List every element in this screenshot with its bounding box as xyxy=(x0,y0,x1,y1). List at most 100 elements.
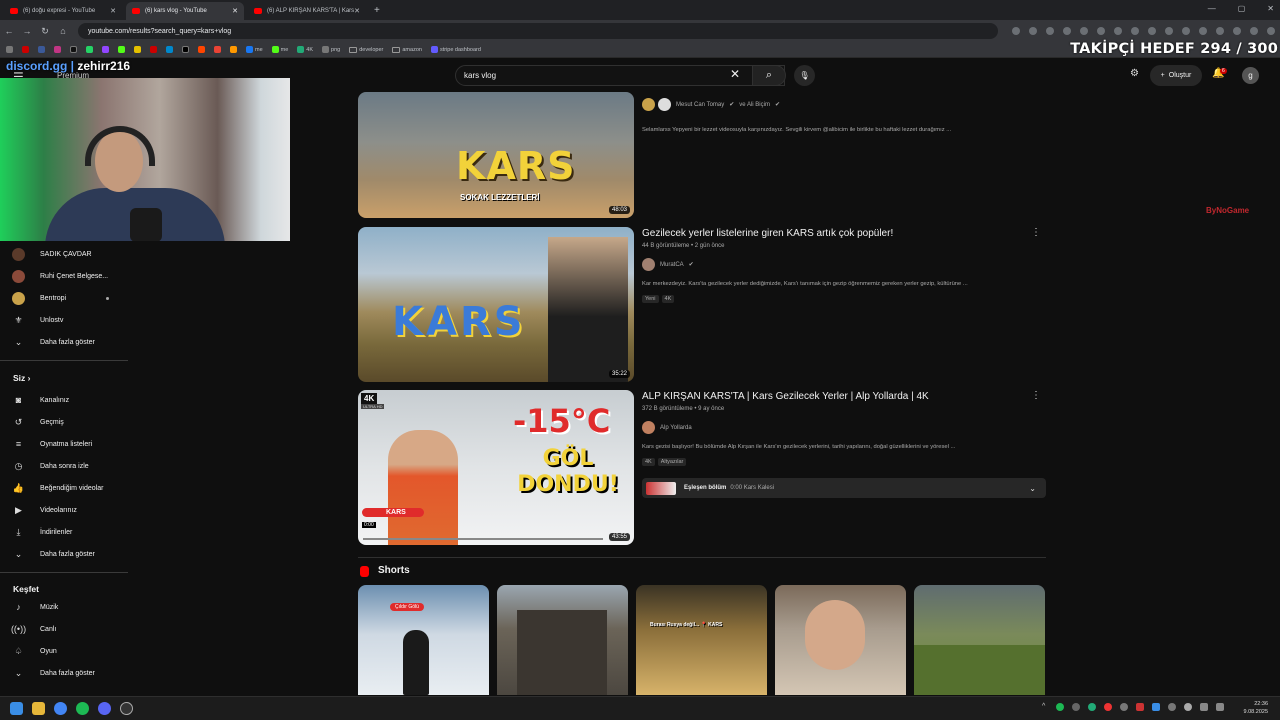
network-icon[interactable] xyxy=(1200,703,1208,711)
extension-icon[interactable] xyxy=(1250,27,1258,35)
tray-icon[interactable] xyxy=(1136,703,1144,711)
sidebar-item-gaming[interactable]: ♤ Oyun xyxy=(0,640,128,662)
new-tab-button[interactable]: + xyxy=(374,5,380,16)
extension-icon[interactable] xyxy=(1063,27,1071,35)
sidebar-section-you[interactable]: Siz › xyxy=(13,373,31,383)
extension-icon[interactable] xyxy=(1216,27,1224,35)
matching-chapter-row[interactable]: Eşleşen bölüm 0:00 Kars Kalesi ⌄ xyxy=(642,478,1046,498)
sidebar-you-more[interactable]: ⌄ Daha fazla göster xyxy=(0,543,128,565)
sidebar-subs-more[interactable]: ⌄ Daha fazla göster xyxy=(0,331,128,353)
extension-icon[interactable] xyxy=(1199,27,1207,35)
bookmark-stripe-dashboard[interactable]: stripe dashboard xyxy=(430,46,481,53)
extension-icon[interactable] xyxy=(1148,27,1156,35)
home-icon[interactable]: ⌂ xyxy=(54,26,72,36)
extension-icon[interactable] xyxy=(1165,27,1173,35)
tray-icon[interactable] xyxy=(1152,703,1160,711)
maximize-icon[interactable]: ▢ xyxy=(1238,4,1246,13)
extension-icon[interactable] xyxy=(1080,27,1088,35)
more-options-icon[interactable]: ⋮ xyxy=(1031,390,1041,401)
bookmark-icon[interactable] xyxy=(54,46,61,53)
bookmark-me-2[interactable]: me xyxy=(271,46,288,53)
bookmark-icon[interactable] xyxy=(166,46,173,53)
close-window-icon[interactable]: ✕ xyxy=(1267,4,1274,13)
extension-icon[interactable] xyxy=(1267,27,1275,35)
obs-icon[interactable] xyxy=(120,702,133,715)
bookmark-png[interactable]: png xyxy=(322,46,340,53)
close-tab-icon[interactable]: ✕ xyxy=(110,7,116,15)
clear-search-icon[interactable]: ✕ xyxy=(730,67,740,81)
video-thumbnail[interactable]: KARS 35:22 xyxy=(358,227,634,382)
bookmark-folder-amazon[interactable]: amazon xyxy=(392,46,422,53)
close-tab-icon[interactable]: ✕ xyxy=(232,7,238,15)
browser-tab-3[interactable]: (6) ALP KIRŞAN KARS'TA | Kars ✕ xyxy=(248,2,366,20)
tray-icon[interactable] xyxy=(1184,703,1192,711)
extension-icon[interactable] xyxy=(1029,27,1037,35)
bookmark-folder-developer[interactable]: developer xyxy=(349,46,383,53)
video-title[interactable]: ALP KIRŞAN KARS'TA | Kars Gezilecek Yerl… xyxy=(642,391,929,402)
sidebar-sub-sadik-cavdar[interactable]: SADIK ÇAVDAR xyxy=(0,243,128,265)
tray-icon[interactable] xyxy=(1168,703,1176,711)
start-menu-icon[interactable] xyxy=(10,702,23,715)
create-button[interactable]: + Oluştur xyxy=(1150,65,1202,86)
browser-tab-1[interactable]: (6) doğu expresi - YouTube ✕ xyxy=(4,2,122,20)
sidebar-item-music[interactable]: ♪ Müzik xyxy=(0,596,128,618)
tray-icon[interactable] xyxy=(1120,703,1128,711)
file-explorer-icon[interactable] xyxy=(32,702,45,715)
extension-icon[interactable] xyxy=(1012,27,1020,35)
reload-icon[interactable]: ↻ xyxy=(36,26,54,37)
address-bar[interactable]: youtube.com/results?search_query=kars+vl… xyxy=(78,23,998,39)
tray-icon[interactable] xyxy=(1104,703,1112,711)
sidebar-item-playlists[interactable]: ≡ Oynatma listeleri xyxy=(0,433,128,455)
bookmark-icon[interactable] xyxy=(230,46,237,53)
chrome-icon[interactable] xyxy=(54,702,67,715)
chevron-down-icon[interactable]: ⌄ xyxy=(1029,484,1036,493)
bookmark-icon[interactable] xyxy=(22,46,29,53)
sidebar-item-your-channel[interactable]: ◙ Kanalınız xyxy=(0,389,128,411)
close-tab-icon[interactable]: ✕ xyxy=(354,7,360,15)
bookmark-icon[interactable] xyxy=(150,46,157,53)
video-title[interactable]: Gezilecek yerler listelerine giren KARS … xyxy=(642,228,893,239)
video-thumbnail[interactable]: KARS SOKAK LEZZETLERİ 48:03 xyxy=(358,92,634,218)
short-thumbnail[interactable] xyxy=(497,585,628,695)
sidebar-item-live[interactable]: ((•)) Canlı xyxy=(0,618,128,640)
bookmark-icon[interactable] xyxy=(86,46,93,53)
tray-overflow-icon[interactable]: ^ xyxy=(1042,703,1050,711)
extension-icon[interactable] xyxy=(1233,27,1241,35)
tray-icon[interactable] xyxy=(1088,703,1096,711)
video-thumbnail[interactable]: 4K ULTRA HD -15°C GÖL DONDU! KARS 0:00 4… xyxy=(358,390,634,545)
short-thumbnail[interactable] xyxy=(914,585,1045,695)
video-channel[interactable]: Alp Yollarda xyxy=(642,421,692,434)
sidebar-item-your-videos[interactable]: ▶ Videolarınız xyxy=(0,499,128,521)
bookmark-me-1[interactable]: me xyxy=(246,46,263,53)
search-button[interactable]: ⌕ xyxy=(752,65,786,86)
system-clock[interactable]: 22:36 9.08.2025 xyxy=(1244,700,1268,716)
more-options-icon[interactable]: ⋮ xyxy=(1031,227,1041,238)
bookmark-icon[interactable] xyxy=(38,46,45,53)
spotify-icon[interactable] xyxy=(76,702,89,715)
bookmark-icon[interactable] xyxy=(198,46,205,53)
extension-icon[interactable] xyxy=(1182,27,1190,35)
settings-gear-icon[interactable]: ⚙ xyxy=(1130,68,1139,79)
bookmark-icon[interactable] xyxy=(134,46,141,53)
bookmark-4k[interactable]: 4K xyxy=(297,46,313,53)
extension-icon[interactable] xyxy=(1046,27,1054,35)
extension-icon[interactable] xyxy=(1097,27,1105,35)
bookmark-icon[interactable] xyxy=(70,46,77,53)
short-thumbnail[interactable] xyxy=(775,585,906,695)
back-icon[interactable]: ← xyxy=(0,26,18,36)
short-thumbnail[interactable]: Burası Rusya değil... 📍 KARS xyxy=(636,585,767,695)
discord-icon[interactable] xyxy=(98,702,111,715)
sidebar-item-watch-later[interactable]: ◷ Daha sonra izle xyxy=(0,455,128,477)
extension-icon[interactable] xyxy=(1114,27,1122,35)
extension-icon[interactable] xyxy=(1131,27,1139,35)
sidebar-sub-bentropi[interactable]: Bentropi xyxy=(0,287,128,309)
sidebar-item-history[interactable]: ↺ Geçmiş xyxy=(0,411,128,433)
volume-icon[interactable] xyxy=(1216,703,1224,711)
video-channel[interactable]: MuratCA ✔ xyxy=(642,258,694,271)
minimize-icon[interactable]: — xyxy=(1208,4,1216,13)
video-channel[interactable]: Mesut Can Tomay ✔ ve Ali Biçim ✔ xyxy=(642,98,780,111)
forward-icon[interactable]: → xyxy=(18,26,36,36)
short-thumbnail[interactable]: Çıldır Gölü xyxy=(358,585,489,695)
sidebar-sub-ruhi-cenet[interactable]: Ruhi Çenet Belgese... xyxy=(0,265,128,287)
sidebar-explore-more[interactable]: ⌄ Daha fazla göster xyxy=(0,662,128,684)
